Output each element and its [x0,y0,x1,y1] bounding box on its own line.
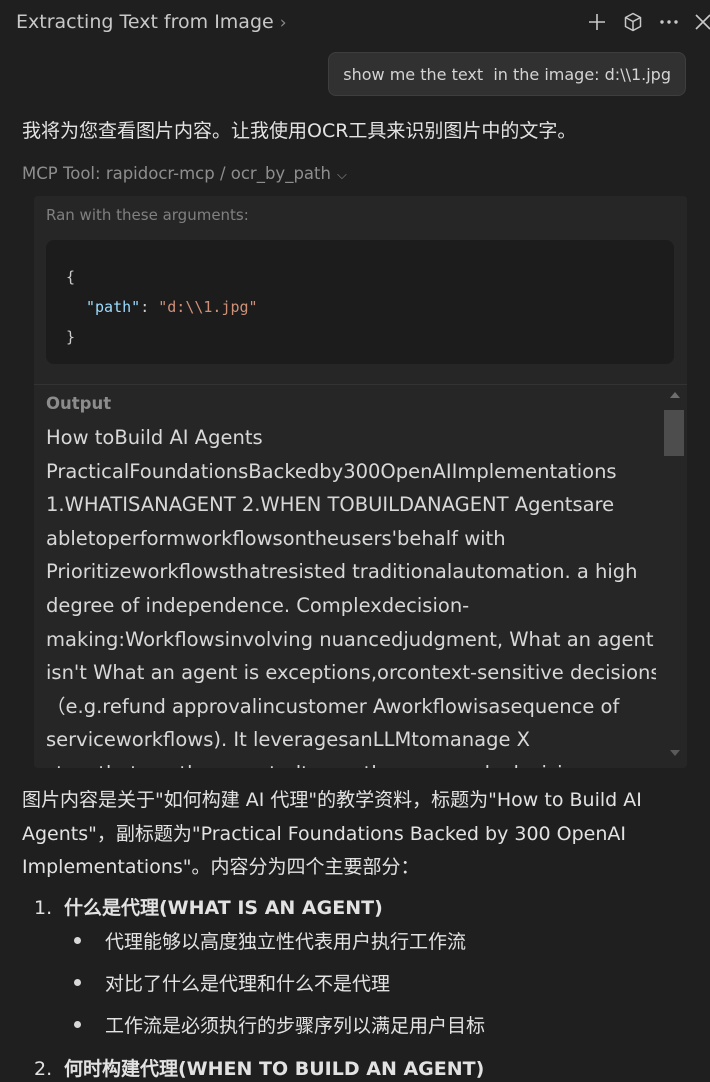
list-item: 2. 何时构建代理(WHEN TO BUILD AN AGENT) [34,1054,484,1081]
arguments-code-block: { "path": "d:\\1.jpg" } [46,240,674,364]
assistant-summary: 图片内容是关于"如何构建 AI 代理"的教学资料，标题为"How to Buil… [22,789,642,878]
more-icon[interactable] [658,11,680,33]
output-scrollbar[interactable] [664,392,684,764]
list-heading: 何时构建代理(WHEN TO BUILD AN AGENT) [64,1058,485,1080]
scrollbar-thumb[interactable] [664,410,684,456]
bullet-item: 对比了什么是代理和什么不是代理 [74,969,390,996]
output-label: Output [46,394,112,413]
output-line: 1.WHATISANAGENT 2.WHEN TOBUILDANAGENT Ag… [46,493,615,517]
code-key: "path" [86,298,141,316]
bullet-item: 工作流是必须执行的步骤序列以满足用户目标 [74,1011,485,1038]
code-brace-open: { [66,268,76,286]
code-value: "d:\\1.jpg" [158,298,258,316]
title-bar: Extracting Text from Image › [0,0,710,48]
bullet-item: 代理能够以高度独立性代表用户执行工作流 [74,927,466,954]
bullet-text: 工作流是必须执行的步骤序列以满足用户目标 [105,1015,486,1037]
output-line: serviceworkflows). It leveragesanLLMtoma… [46,728,531,752]
bullet-text: 对比了什么是代理和什么不是代理 [105,973,391,995]
tool-call-header[interactable]: MCP Tool: rapidocr-mcp / ocr_by_path ⌵ [22,164,347,183]
chat-title-text: Extracting Text from Image [16,11,274,33]
list-heading: 什么是代理(WHAT IS AN AGENT) [64,897,383,919]
bullet-text: 代理能够以高度独立性代表用户执行工作流 [105,931,467,953]
bullet-dot [74,1021,81,1028]
output-line: isn't What an agent is exceptions,orcont… [46,661,656,685]
plus-icon[interactable] [586,11,608,33]
bullet-dot [74,937,81,944]
list-item: 1. 什么是代理(WHAT IS AN AGENT) [34,893,383,920]
output-line: degree of independence. Complexdecision- [46,593,470,617]
output-line: （e.g.refund approvalincustomer Aworkflow… [46,694,620,718]
user-message-text: show me the text in the image: d:\\1.jpg [343,64,671,84]
tool-result-panel: Ran with these arguments: { "path": "d:\… [34,196,687,768]
output-line: How toBuild AI Agents [46,426,263,449]
scroll-down-arrow-icon[interactable] [670,750,680,756]
arguments-label: Ran with these arguments: [46,206,249,224]
package-icon[interactable] [622,11,644,33]
output-line: Prioritizeworkflowsthatresisted traditio… [46,560,638,584]
chat-title[interactable]: Extracting Text from Image › [16,11,287,33]
tool-name: rapidocr-mcp / ocr_by_path [105,164,331,183]
tool-prefix: MCP Tool: [22,164,106,183]
output-line: abletoperformworkflowsontheusers'behalf … [46,526,506,550]
output-text[interactable]: How toBuild AI Agents PracticalFoundatio… [46,421,656,768]
assistant-intro-text: 我将为您查看图片内容。让我使用OCR工具来识别图片中的文字。 [22,120,577,142]
bullet-dot [74,979,81,986]
divider [34,384,687,385]
list-number: 1. [34,897,53,919]
close-icon[interactable] [692,11,710,33]
chevron-right-icon: › [279,13,287,33]
output-line: PracticalFoundationsBackedby300OpenAIImp… [46,459,617,483]
code-colon: : [140,298,159,316]
scroll-up-arrow-icon[interactable] [670,392,680,398]
output-line: making:Workflowsinvolving nuancedjudgmen… [46,627,654,651]
user-message-bubble: show me the text in the image: d:\\1.jpg [328,52,686,96]
chevron-down-icon[interactable]: ⌵ [337,168,347,183]
code-brace-close: } [66,328,76,346]
list-number: 2. [34,1058,53,1080]
output-line: stepsthatmustbeexecutedtomeetheusersgoal… [46,757,656,768]
